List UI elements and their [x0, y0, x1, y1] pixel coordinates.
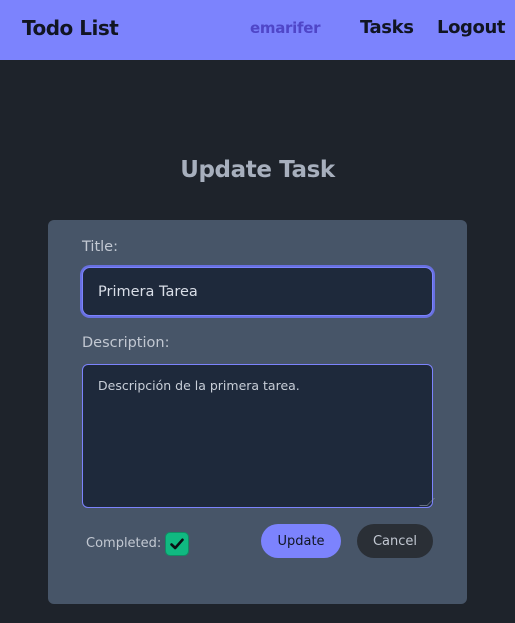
nav-logout-link[interactable]: Logout [437, 17, 506, 38]
update-button[interactable]: Update [261, 524, 341, 558]
navbar: Todo List emarifer Tasks Logout [0, 0, 515, 60]
completed-label: Completed: [86, 536, 162, 551]
completed-checkbox[interactable] [165, 532, 189, 556]
update-task-form: Title: Description: Descripción de la pr… [48, 220, 467, 604]
description-textarea[interactable]: Descripción de la primera tarea. [82, 364, 433, 508]
title-input[interactable] [82, 267, 433, 316]
nav-username: emarifer [250, 19, 321, 37]
checkmark-icon [170, 538, 184, 550]
cancel-button[interactable]: Cancel [357, 524, 433, 558]
page-title: Update Task [180, 157, 335, 183]
nav-tasks-link[interactable]: Tasks [360, 17, 414, 38]
brand-logo-text[interactable]: Todo List [22, 16, 119, 40]
title-label: Title: [82, 239, 118, 255]
description-wrapper: Descripción de la primera tarea. [82, 364, 435, 508]
description-label: Description: [82, 335, 170, 351]
